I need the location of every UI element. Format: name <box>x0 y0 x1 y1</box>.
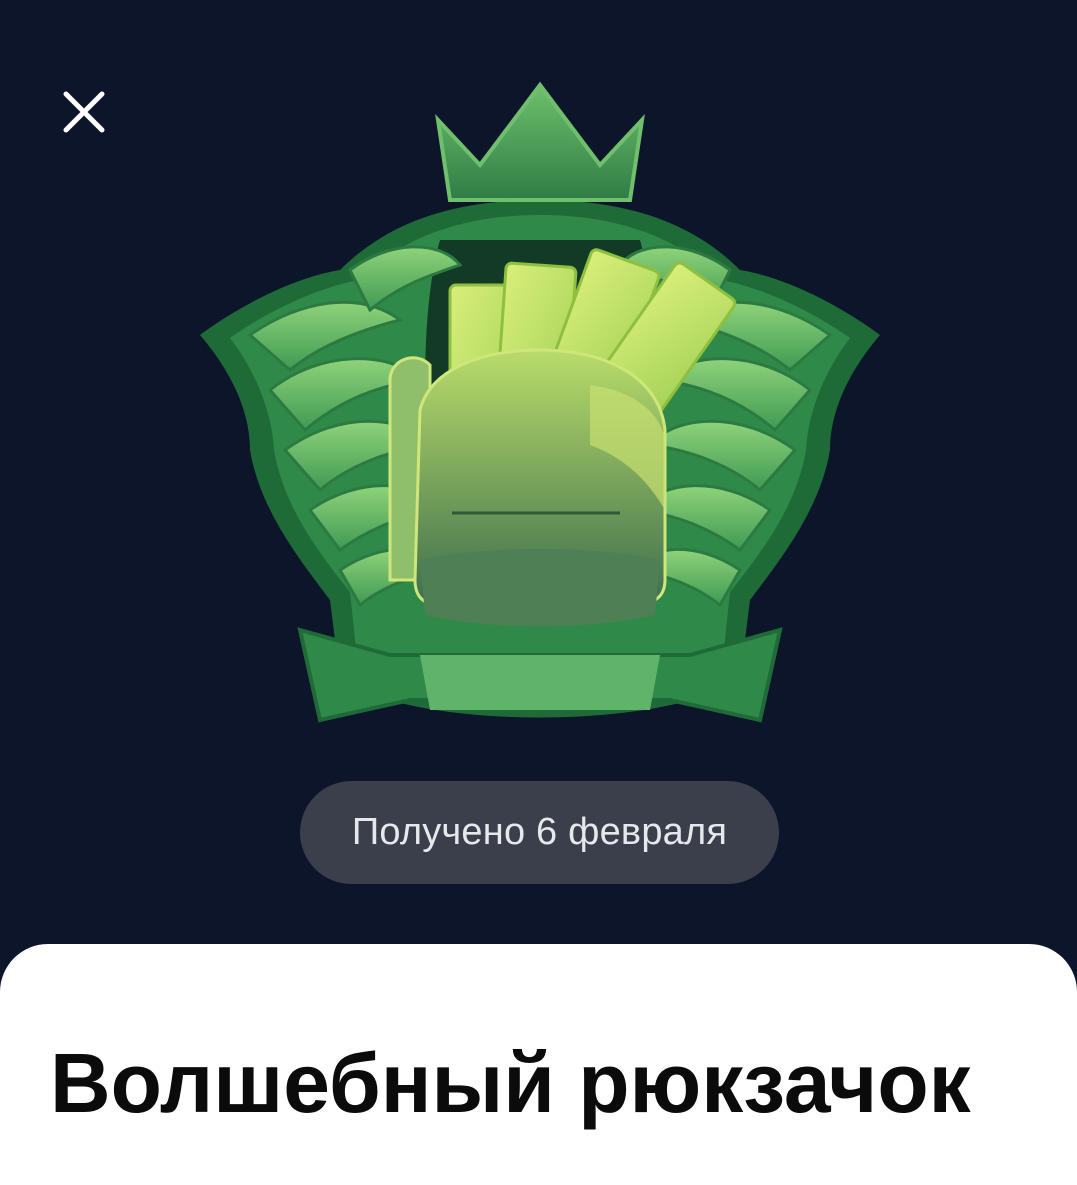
received-date-label: Получено 6 февраля <box>351 811 728 853</box>
achievement-title: Волшебный рюкзачок <box>50 1036 971 1130</box>
received-date-badge: Получено 6 февраля <box>300 781 779 884</box>
close-icon <box>63 91 105 133</box>
magic-backpack-badge-icon <box>200 81 880 723</box>
achievement-screen: Получено 6 февраля Волшебный рюкзачок <box>0 0 1077 1185</box>
close-button[interactable] <box>56 84 112 140</box>
